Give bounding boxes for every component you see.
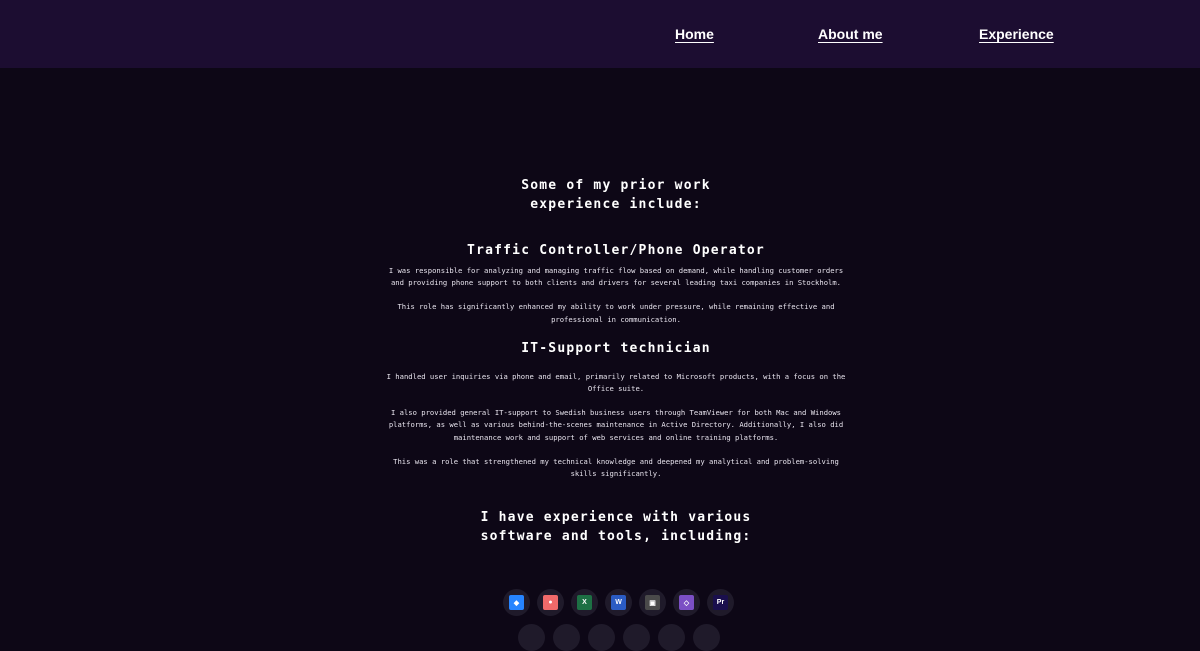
premiere-pro-icon: Pr <box>707 589 734 616</box>
excel-icon-glyph: X <box>577 595 592 610</box>
tools-heading: I have experience with various software … <box>480 510 752 545</box>
tool-icon <box>623 624 650 651</box>
asana-icon-glyph: ● <box>543 595 558 610</box>
role-description: This was a role that strengthened my tec… <box>393 456 839 479</box>
role-title-traffic-controller: Traffic Controller/Phone Operator <box>467 243 765 258</box>
visual-studio-icon: ◇ <box>673 589 700 616</box>
visual-studio-icon-glyph: ◇ <box>679 595 694 610</box>
nav-about-link[interactable]: About me <box>818 26 883 42</box>
word-icon: W <box>605 589 632 616</box>
word-icon-glyph: W <box>611 595 626 610</box>
asana-icon: ● <box>537 589 564 616</box>
role-description: I also provided general IT-support to Sw… <box>388 408 844 442</box>
role-title-it-support: IT-Support technician <box>521 340 711 356</box>
excel-icon: X <box>571 589 598 616</box>
jira-icon: ◆ <box>503 589 530 616</box>
nav-experience-link[interactable]: Experience <box>979 26 1054 42</box>
premiere-pro-icon-glyph: Pr <box>713 595 728 610</box>
tool-icon <box>553 624 580 651</box>
experience-heading: Some of my prior work experience include… <box>521 178 711 212</box>
role-description: I handled user inquiries via phone and e… <box>386 371 846 394</box>
tool-icon <box>588 624 615 651</box>
tools-icon-row-partial <box>518 624 720 651</box>
role-description: This role has significantly enhanced my … <box>397 302 835 324</box>
tools-icon-row: ◆ ● X W ▣ ◇ Pr <box>503 589 734 616</box>
role-description: I was responsible for analyzing and mana… <box>388 266 844 288</box>
tool-icon <box>693 624 720 651</box>
virtualbox-icon: ▣ <box>639 589 666 616</box>
jira-icon-glyph: ◆ <box>509 595 524 610</box>
tool-icon <box>518 624 545 651</box>
virtualbox-icon-glyph: ▣ <box>645 595 660 610</box>
experience-section: Some of my prior work experience include… <box>380 176 852 546</box>
navbar: Home About me Experience <box>0 0 1200 68</box>
nav-home-link[interactable]: Home <box>675 26 714 42</box>
tool-icon <box>658 624 685 651</box>
